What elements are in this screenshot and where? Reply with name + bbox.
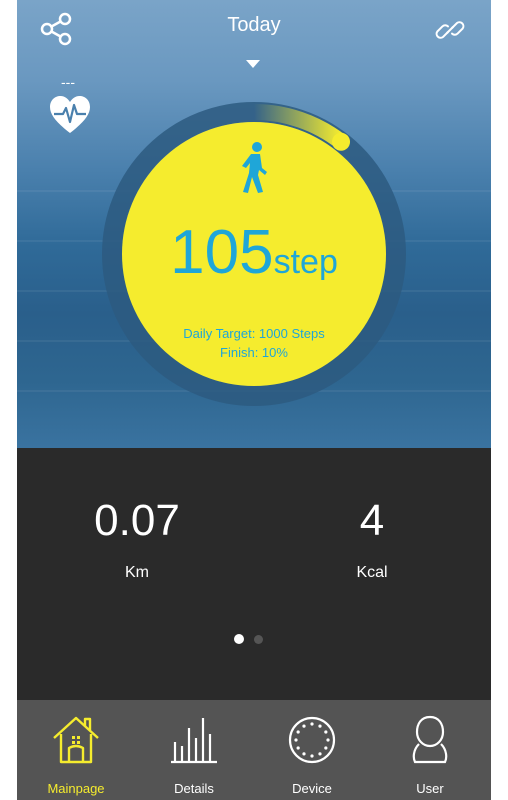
user-icon — [412, 715, 448, 764]
hero-panel: Today --- 105step Daily Target: 1000 Ste… — [17, 0, 491, 448]
distance-label: Km — [125, 564, 149, 581]
bar-chart-icon — [171, 718, 217, 764]
page-indicator-dot[interactable] — [254, 635, 263, 644]
heart-rate-icon[interactable] — [49, 95, 91, 135]
nav-label-user: User — [416, 781, 444, 796]
nav-item-details[interactable]: Details — [135, 700, 253, 800]
nav-label-device: Device — [292, 781, 332, 796]
daily-target-text: Daily Target: 1000 Steps — [183, 326, 325, 341]
house-icon — [53, 716, 99, 764]
step-count-value: 105 — [170, 218, 274, 287]
page-indicator-dot-active[interactable] — [234, 634, 244, 644]
step-count-unit: step — [273, 243, 338, 281]
distance-value: 0.07 — [94, 496, 180, 545]
watch-icon — [288, 716, 336, 764]
walking-person-icon — [242, 142, 267, 193]
link-icon[interactable] — [435, 15, 465, 45]
daily-target: Daily Target: 1000 Steps Finish: 10% — [122, 324, 386, 362]
date-dropdown-arrow-icon[interactable] — [246, 60, 260, 68]
nav-label-details: Details — [174, 781, 214, 796]
calories-value: 4 — [359, 496, 385, 545]
page-title[interactable]: Today — [17, 14, 491, 37]
heart-rate-value: --- — [61, 74, 75, 90]
app-screen: Today --- 105step Daily Target: 1000 Ste… — [17, 0, 491, 800]
progress-knob — [332, 132, 351, 151]
nav-item-device[interactable]: Device — [253, 700, 371, 800]
step-count: 105step — [122, 222, 386, 284]
nav-label-mainpage: Mainpage — [47, 781, 105, 796]
nav-item-mainpage[interactable]: Mainpage — [17, 700, 135, 800]
finish-percent-text: Finish: 10% — [220, 345, 288, 360]
nav-item-user[interactable]: User — [371, 700, 489, 800]
calories-label: Kcal — [356, 564, 388, 581]
stats-panel[interactable]: 0.07 Km 4 Kcal — [17, 448, 491, 700]
bottom-nav: Mainpage Details Device User — [17, 700, 491, 800]
